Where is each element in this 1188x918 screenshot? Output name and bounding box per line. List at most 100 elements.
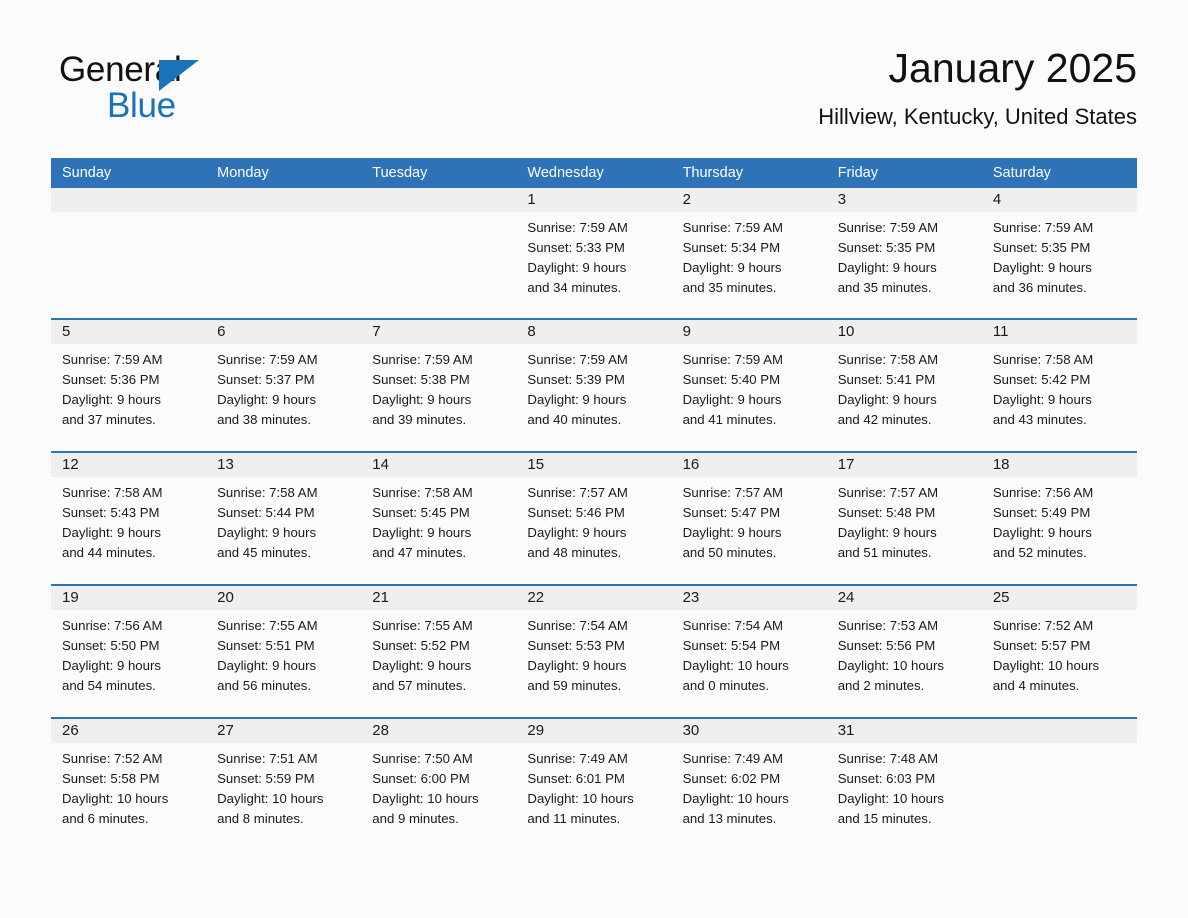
daylight-text-line1: Daylight: 9 hours (837, 392, 937, 407)
daylight-text-line2: and 36 minutes. (992, 280, 1087, 295)
day-number-band: 18 (981, 453, 1137, 477)
day-number: 16 (682, 456, 700, 473)
day-cell[interactable]: 15 Sunrise: 7:57 AM Sunset: 5:46 PM Dayl… (516, 453, 672, 584)
day-number: 19 (62, 589, 79, 606)
day-number-band: 6 (206, 320, 362, 344)
day-cell[interactable]: 22 Sunrise: 7:54 AM Sunset: 5:53 PM Dayl… (516, 586, 672, 717)
weekday-header-friday: Friday (837, 165, 878, 181)
daylight-text-line2: and 39 minutes. (372, 412, 467, 427)
day-cell[interactable]: 27 Sunrise: 7:51 AM Sunset: 5:59 PM Dayl… (206, 719, 362, 850)
sunset-text: Sunset: 5:57 PM (992, 638, 1091, 653)
day-cell[interactable]: 6 Sunrise: 7:59 AM Sunset: 5:37 PM Dayli… (206, 320, 362, 451)
day-number: 23 (682, 589, 700, 606)
sunset-text: Sunset: 6:00 PM (372, 771, 470, 786)
day-cell[interactable]: 18 Sunrise: 7:56 AM Sunset: 5:49 PM Dayl… (981, 453, 1137, 584)
sunrise-text: Sunrise: 7:59 AM (527, 220, 628, 235)
day-details: Sunrise: 7:58 AM Sunset: 5:45 PM Dayligh… (361, 477, 516, 563)
daylight-text-line1: Daylight: 9 hours (217, 658, 317, 673)
day-number: 25 (992, 589, 1010, 606)
day-cell[interactable]: 31 Sunrise: 7:48 AM Sunset: 6:03 PM Dayl… (826, 719, 982, 850)
day-cell[interactable]: 13 Sunrise: 7:58 AM Sunset: 5:44 PM Dayl… (206, 453, 362, 584)
day-cell[interactable] (206, 188, 362, 318)
day-cell[interactable]: 11 Sunrise: 7:58 AM Sunset: 5:42 PM Dayl… (981, 320, 1137, 451)
day-cell[interactable]: 8 Sunrise: 7:59 AM Sunset: 5:39 PM Dayli… (516, 320, 672, 451)
sunset-text: Sunset: 5:38 PM (372, 372, 470, 387)
daylight-text-line1: Daylight: 9 hours (217, 525, 317, 540)
day-details: Sunrise: 7:55 AM Sunset: 5:52 PM Dayligh… (361, 610, 516, 696)
day-cell[interactable]: 30 Sunrise: 7:49 AM Sunset: 6:02 PM Dayl… (671, 719, 827, 850)
calendar-week-row: 5 Sunrise: 7:59 AM Sunset: 5:36 PM Dayli… (51, 318, 1137, 451)
sunset-text: Sunset: 6:02 PM (682, 771, 781, 786)
day-number-band: 17 (826, 453, 982, 477)
day-number-band: 5 (51, 320, 207, 344)
day-cell[interactable]: 4 Sunrise: 7:59 AM Sunset: 5:35 PM Dayli… (981, 188, 1137, 318)
daylight-text-line2: and 35 minutes. (682, 280, 777, 295)
calendar-grid: Sunday Monday Tuesday Wednesday Thursday… (51, 158, 1137, 850)
day-cell[interactable]: 17 Sunrise: 7:57 AM Sunset: 5:48 PM Dayl… (826, 453, 982, 584)
day-cell[interactable]: 19 Sunrise: 7:56 AM Sunset: 5:50 PM Dayl… (51, 586, 207, 717)
sunrise-text: Sunrise: 7:52 AM (62, 751, 163, 766)
sunrise-text: Sunrise: 7:58 AM (217, 485, 318, 500)
daylight-text-line2: and 13 minutes. (682, 811, 777, 826)
sunrise-text: Sunrise: 7:57 AM (837, 485, 939, 500)
day-cell[interactable]: 25 Sunrise: 7:52 AM Sunset: 5:57 PM Dayl… (981, 586, 1137, 717)
sunset-text: Sunset: 5:56 PM (837, 638, 936, 653)
daylight-text-line2: and 0 minutes. (682, 678, 770, 693)
day-details: Sunrise: 7:58 AM Sunset: 5:42 PM Dayligh… (982, 344, 1137, 430)
day-number: 12 (62, 456, 79, 473)
day-number-band: 11 (981, 320, 1137, 344)
day-number: 15 (527, 456, 545, 473)
day-cell[interactable]: 21 Sunrise: 7:55 AM Sunset: 5:52 PM Dayl… (361, 586, 517, 717)
daylight-text-line1: Daylight: 9 hours (62, 525, 161, 540)
sunrise-text: Sunrise: 7:59 AM (372, 352, 473, 367)
day-number-band: 28 (361, 719, 517, 743)
sunrise-text: Sunrise: 7:53 AM (837, 618, 939, 633)
daylight-text-line2: and 15 minutes. (837, 811, 932, 826)
daylight-text-line1: Daylight: 9 hours (372, 392, 472, 407)
brand-logo[interactable]: General Blue (59, 50, 259, 128)
day-cell[interactable]: 24 Sunrise: 7:53 AM Sunset: 5:56 PM Dayl… (826, 586, 982, 717)
day-cell[interactable]: 9 Sunrise: 7:59 AM Sunset: 5:40 PM Dayli… (671, 320, 827, 451)
day-number-band: 2 (671, 188, 827, 212)
day-cell[interactable]: 28 Sunrise: 7:50 AM Sunset: 6:00 PM Dayl… (361, 719, 517, 850)
sunset-text: Sunset: 5:59 PM (217, 771, 315, 786)
title-block: January 2025 Hillview, Kentucky, United … (818, 42, 1137, 132)
day-cell[interactable]: 14 Sunrise: 7:58 AM Sunset: 5:45 PM Dayl… (361, 453, 517, 584)
day-cell[interactable] (51, 188, 207, 318)
day-details: Sunrise: 7:59 AM Sunset: 5:34 PM Dayligh… (672, 212, 827, 298)
day-cell[interactable]: 12 Sunrise: 7:58 AM Sunset: 5:43 PM Dayl… (51, 453, 207, 584)
day-cell[interactable]: 7 Sunrise: 7:59 AM Sunset: 5:38 PM Dayli… (361, 320, 517, 451)
day-cell[interactable] (981, 719, 1137, 850)
day-cell[interactable]: 1 Sunrise: 7:59 AM Sunset: 5:33 PM Dayli… (516, 188, 672, 318)
day-cell[interactable]: 20 Sunrise: 7:55 AM Sunset: 5:51 PM Dayl… (206, 586, 362, 717)
day-number: 21 (372, 589, 389, 606)
day-details: Sunrise: 7:54 AM Sunset: 5:53 PM Dayligh… (516, 610, 671, 696)
day-cell[interactable]: 5 Sunrise: 7:59 AM Sunset: 5:36 PM Dayli… (51, 320, 207, 451)
day-number: 11 (992, 323, 1009, 340)
location-subtitle: Hillview, Kentucky, United States (818, 104, 1137, 129)
day-cell[interactable]: 16 Sunrise: 7:57 AM Sunset: 5:47 PM Dayl… (671, 453, 827, 584)
day-cell[interactable] (361, 188, 517, 318)
day-details: Sunrise: 7:57 AM Sunset: 5:48 PM Dayligh… (827, 477, 982, 563)
day-number-band: 3 (826, 188, 982, 212)
day-cell[interactable]: 26 Sunrise: 7:52 AM Sunset: 5:58 PM Dayl… (51, 719, 207, 850)
day-cell[interactable]: 2 Sunrise: 7:59 AM Sunset: 5:34 PM Dayli… (671, 188, 827, 318)
daylight-text-line2: and 42 minutes. (837, 412, 932, 427)
page-header: General Blue January 2025 Hillview, Kent… (51, 42, 1137, 142)
sunset-text: Sunset: 5:58 PM (62, 771, 160, 786)
day-number: 27 (217, 722, 234, 739)
day-number-band: 16 (671, 453, 827, 477)
day-cell[interactable]: 3 Sunrise: 7:59 AM Sunset: 5:35 PM Dayli… (826, 188, 982, 318)
sunset-text: Sunset: 5:50 PM (62, 638, 160, 653)
sunset-text: Sunset: 5:51 PM (217, 638, 315, 653)
daylight-text-line1: Daylight: 9 hours (682, 392, 782, 407)
day-number: 13 (217, 456, 234, 473)
day-number-band: 22 (516, 586, 672, 610)
sunrise-text: Sunrise: 7:59 AM (682, 352, 783, 367)
sunset-text: Sunset: 5:44 PM (217, 505, 315, 520)
daylight-text-line1: Daylight: 10 hours (837, 658, 944, 673)
day-cell[interactable]: 10 Sunrise: 7:58 AM Sunset: 5:41 PM Dayl… (826, 320, 982, 451)
day-cell[interactable]: 29 Sunrise: 7:49 AM Sunset: 6:01 PM Dayl… (516, 719, 672, 850)
daylight-text-line1: Daylight: 10 hours (372, 791, 479, 806)
day-cell[interactable]: 23 Sunrise: 7:54 AM Sunset: 5:54 PM Dayl… (671, 586, 827, 717)
